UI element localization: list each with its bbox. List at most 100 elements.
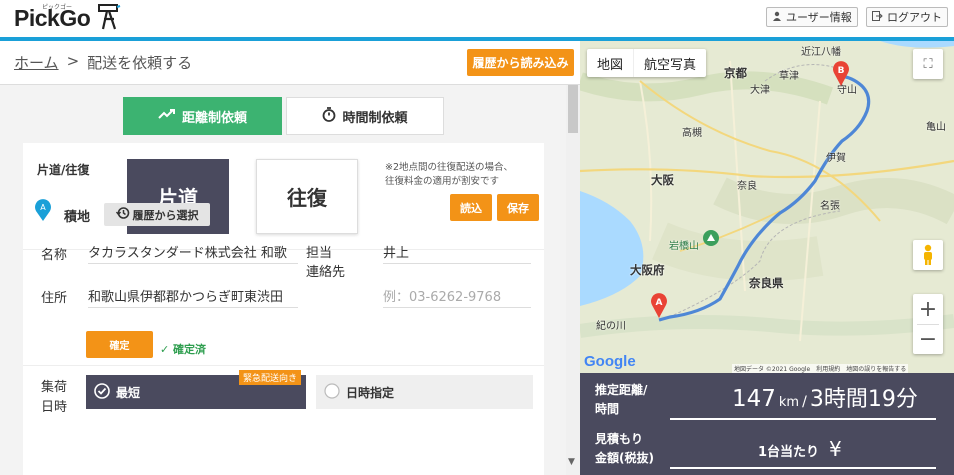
zoom-in-button[interactable]: + bbox=[919, 294, 937, 324]
roundtrip-note-line1: ※2地点間の往復配送の場合、 bbox=[385, 162, 514, 173]
save-button[interactable]: 保存 bbox=[497, 194, 539, 221]
specify-datetime-label: 日時指定 bbox=[346, 385, 395, 400]
map-type-tabs: 地図 航空写真 bbox=[587, 49, 707, 77]
distance-label: 推定距離/ 時間 bbox=[595, 381, 647, 419]
stopwatch-icon bbox=[322, 106, 336, 126]
user-icon bbox=[772, 11, 782, 24]
map-label: 伊賀 bbox=[826, 153, 846, 164]
svg-text:B: B bbox=[838, 66, 845, 76]
radio-circle-icon bbox=[324, 382, 340, 402]
request-form-card: 片道/往復 片道 往復 ※2地点間の往復配送の場合、 往復料金の適用が割安です … bbox=[23, 143, 544, 475]
breadcrumb-home-link[interactable]: ホーム bbox=[14, 52, 59, 73]
distance-label-line1: 推定距離/ bbox=[595, 383, 648, 397]
map-label: 近江八幡 bbox=[801, 47, 841, 58]
distance-value: 147 bbox=[732, 386, 776, 412]
confirm-button[interactable]: 確定 bbox=[86, 331, 153, 358]
slash: / bbox=[802, 394, 807, 410]
phone-field[interactable]: 例：03-6262-9768 bbox=[383, 286, 531, 308]
tab-distance-label: 距離制依頼 bbox=[181, 110, 247, 126]
logout-button[interactable]: ログアウト bbox=[866, 7, 948, 27]
time-value: 3時間19分 bbox=[809, 387, 918, 412]
scrollbar-thumb[interactable] bbox=[568, 85, 578, 133]
loading-point-title: 積地 bbox=[64, 210, 91, 225]
tab-satellite[interactable]: 航空写真 bbox=[633, 49, 706, 77]
contact-person-field[interactable]: 井上 bbox=[383, 242, 531, 264]
fastest-label: 最短 bbox=[116, 385, 141, 400]
urgent-badge: 緊急配送向き bbox=[239, 370, 302, 385]
logo-figure-icon bbox=[98, 4, 121, 30]
roundtrip-option[interactable]: 往復 bbox=[256, 159, 358, 234]
distance-label-line2: 時間 bbox=[595, 402, 620, 416]
read-button[interactable]: 読込 bbox=[450, 194, 492, 221]
price-underline bbox=[670, 467, 936, 469]
map-label: 大津 bbox=[750, 85, 770, 96]
map-label: 大阪府 bbox=[630, 263, 665, 277]
map-attribution[interactable]: 地図データ ©2021 Google 利用規約 地図の誤りを報告する bbox=[732, 364, 909, 373]
logo-kana: ピックゴー bbox=[42, 4, 73, 11]
svg-text:A: A bbox=[656, 298, 663, 308]
zoom-control: + − bbox=[913, 294, 943, 354]
map-label: 高槻 bbox=[682, 128, 702, 139]
map-panel: 地図 航空写真 ⛶ 近江八幡 京都 草津 大津 守山 高槻 亀山 伊賀 大阪 奈… bbox=[580, 41, 954, 475]
divider bbox=[23, 365, 544, 366]
name-field[interactable]: タカラスタンダード株式会社 和歌 bbox=[88, 242, 298, 264]
map-label: 亀山 bbox=[926, 122, 946, 133]
street-view-pegman-icon[interactable] bbox=[913, 240, 943, 270]
user-info-button[interactable]: ユーザー情報 bbox=[766, 7, 858, 27]
per-vehicle-label: 1台当たり bbox=[758, 445, 820, 460]
select-from-history-button[interactable]: 履歴から選択 bbox=[104, 203, 210, 226]
confirmed-status: ✓ 確定済 bbox=[160, 343, 207, 356]
yen-symbol: ¥ bbox=[829, 437, 842, 461]
fullscreen-icon[interactable]: ⛶ bbox=[913, 49, 943, 79]
google-logo: Google bbox=[584, 353, 636, 370]
price-label-line2: 金額(税抜) bbox=[595, 451, 654, 465]
load-history-button[interactable]: 履歴から読み込み bbox=[467, 49, 574, 76]
logout-label: ログアウト bbox=[887, 11, 942, 24]
logout-icon bbox=[872, 10, 883, 24]
map-label: 奈良 bbox=[737, 181, 757, 192]
map-label: 草津 bbox=[779, 71, 799, 82]
roundtrip-note-line2: 往復料金の適用が割安です bbox=[385, 176, 500, 187]
zoom-out-button[interactable]: − bbox=[917, 324, 939, 354]
pin-a-marker-icon[interactable]: A bbox=[650, 291, 668, 319]
trend-icon bbox=[158, 108, 176, 124]
map-label: 紀の川 bbox=[596, 321, 626, 332]
name-label: 名称 bbox=[41, 248, 68, 263]
pin-b-marker-icon[interactable]: B bbox=[832, 59, 850, 87]
pickup-time-label-line1: 集荷 bbox=[41, 380, 68, 395]
distance-unit: km bbox=[778, 395, 800, 410]
scroll-down-arrow-icon[interactable]: ▼ bbox=[568, 457, 575, 467]
tab-map[interactable]: 地図 bbox=[587, 49, 633, 77]
app-header: PickGo ピックゴー ユーザー情報 ログアウト bbox=[0, 0, 954, 37]
history-icon bbox=[115, 206, 130, 223]
map-label: 名張 bbox=[820, 201, 840, 212]
scrollbar[interactable] bbox=[566, 85, 580, 475]
map-label: 岩橋山 bbox=[669, 241, 699, 252]
map-label: 奈良県 bbox=[749, 276, 784, 290]
breadcrumb-bar: ホーム > 配送を依頼する 履歴から読み込み bbox=[0, 41, 580, 85]
roundtrip-note: ※2地点間の往復配送の場合、 往復料金の適用が割安です bbox=[385, 161, 535, 189]
address-field[interactable]: 和歌山県伊都郡かつらぎ町東渋田 bbox=[88, 286, 298, 308]
price-label: 見積もり 金額(税抜) bbox=[595, 430, 654, 468]
pin-a-icon: A bbox=[35, 199, 51, 221]
contact-label-line2: 連絡先 bbox=[306, 265, 346, 280]
tab-distance[interactable]: 距離制依頼 bbox=[123, 97, 282, 135]
distance-underline bbox=[670, 418, 936, 420]
breadcrumb-current: 配送を依頼する bbox=[87, 54, 193, 72]
route-map[interactable]: 地図 航空写真 ⛶ 近江八幡 京都 草津 大津 守山 高槻 亀山 伊賀 大阪 奈… bbox=[580, 41, 954, 373]
contact-label-line1: 担当 bbox=[306, 246, 333, 261]
map-label: 大阪 bbox=[651, 173, 674, 187]
trip-type-label: 片道/往復 bbox=[37, 163, 90, 177]
svg-text:A: A bbox=[40, 203, 46, 212]
contact-label: 担当 連絡先 bbox=[306, 244, 345, 282]
pickup-time-label: 集荷 日時 bbox=[41, 378, 67, 418]
user-info-label: ユーザー情報 bbox=[786, 11, 852, 24]
confirmed-text: 確定済 bbox=[173, 343, 207, 356]
check-circle-icon bbox=[94, 382, 110, 402]
select-from-history-label: 履歴から選択 bbox=[132, 208, 199, 222]
tab-time[interactable]: 時間制依頼 bbox=[286, 97, 444, 135]
request-form-panel: ホーム > 配送を依頼する 履歴から読み込み 距離制依頼 時間制依頼 片道/往復… bbox=[0, 41, 580, 475]
specify-datetime-option[interactable]: 日時指定 bbox=[316, 375, 533, 409]
address-label: 住所 bbox=[41, 291, 68, 306]
price-label-line1: 見積もり bbox=[595, 432, 644, 446]
